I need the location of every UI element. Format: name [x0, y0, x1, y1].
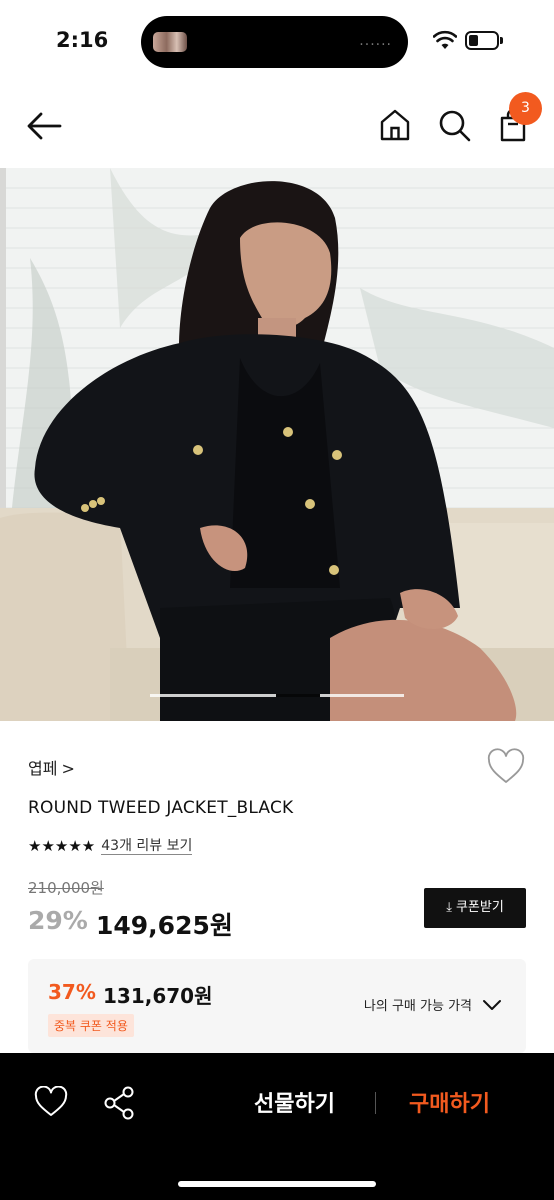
product-photo-illustration — [0, 168, 554, 721]
chevron-right-icon: > — [61, 759, 75, 778]
island-dots: ...... — [359, 33, 392, 49]
reviews-link[interactable]: 43개 리뷰 보기 — [101, 838, 193, 855]
carousel-segment-2 — [276, 694, 320, 697]
battery-icon — [465, 31, 499, 50]
status-time: 2:16 — [56, 28, 109, 52]
my-price-discount: 37% — [48, 980, 96, 1004]
brand-link[interactable]: 엽페 > — [28, 755, 75, 779]
product-title: ROUND TWEED JACKET_BLACK — [28, 798, 294, 818]
my-price-toggle-label: 나의 구매 가능 가격 — [363, 999, 472, 1014]
gift-button[interactable]: 선물하기 — [254, 1086, 335, 1118]
chevron-down-icon — [483, 999, 501, 1010]
my-price-panel[interactable]: 37% 131,670원 중복 쿠폰 적용 나의 구매 가능 가격 — [28, 959, 526, 1053]
now-playing-thumbnail — [153, 32, 187, 52]
battery-tip — [500, 37, 503, 44]
coupon-button-label: 쿠폰받기 — [455, 900, 504, 915]
dynamic-island: ...... — [141, 16, 408, 68]
discount-rate: 29% — [28, 906, 88, 935]
brand-name: 엽페 — [28, 759, 58, 778]
product-image[interactable] — [0, 168, 554, 721]
my-price-toggle[interactable]: 나의 구매 가능 가격 — [364, 995, 502, 1014]
wifi-icon — [433, 30, 457, 49]
back-arrow-icon[interactable] — [24, 106, 64, 146]
home-icon[interactable] — [376, 106, 414, 144]
share-icon[interactable] — [102, 1085, 136, 1121]
download-icon: ⤓ — [446, 900, 452, 915]
sale-price: 149,625원 — [96, 911, 233, 940]
search-icon[interactable] — [435, 106, 473, 144]
get-coupon-button[interactable]: ⤓ 쿠폰받기 — [424, 888, 526, 928]
stacked-coupon-badge: 중복 쿠폰 적용 — [48, 1014, 134, 1037]
rating-row: ★★★★★ 43개 리뷰 보기 — [28, 836, 193, 856]
rating-stars-icon: ★★★★★ — [28, 837, 96, 855]
original-price: 210,000원 — [28, 879, 104, 897]
cart-count-badge: 3 — [509, 92, 542, 125]
bottom-action-bar: 선물하기 구매하기 — [0, 1053, 554, 1200]
buy-button[interactable]: 구매하기 — [409, 1086, 490, 1118]
header: 3 — [0, 82, 554, 168]
carousel-segment-1 — [150, 694, 276, 697]
my-price-value: 131,670원 — [103, 984, 213, 1008]
wishlist-heart-icon[interactable] — [486, 748, 526, 786]
wishlist-heart-icon[interactable] — [34, 1086, 68, 1118]
carousel-segment-3 — [320, 694, 404, 697]
divider — [375, 1092, 376, 1114]
image-carousel-indicator — [150, 694, 404, 697]
status-bar: 2:16 ...... — [0, 0, 554, 82]
home-indicator[interactable] — [178, 1181, 376, 1187]
